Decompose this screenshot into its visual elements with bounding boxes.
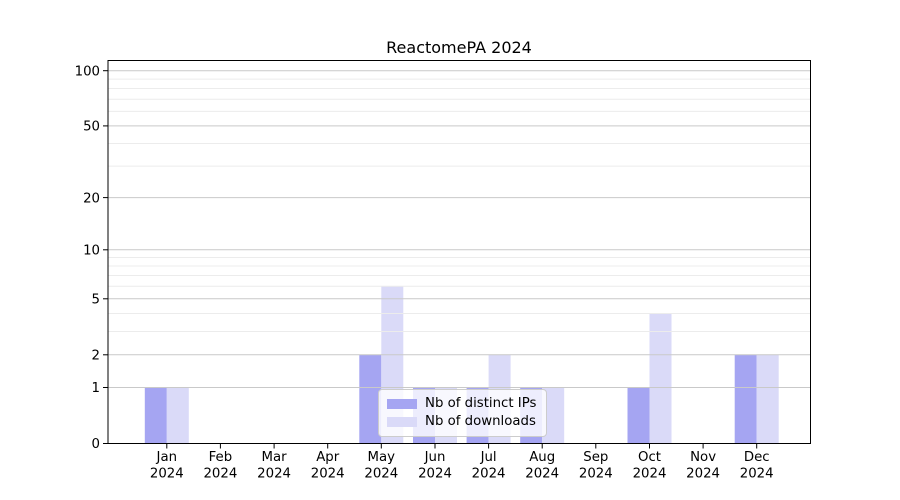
- x-tick-label-month: Dec: [744, 450, 770, 465]
- x-tick-label: Feb 2024: [203, 450, 237, 482]
- x-tick-label: Dec 2024: [740, 450, 774, 482]
- y-axis-group: 0 1 2 5 10 20 50 100: [75, 64, 108, 452]
- x-tick-label-month: May: [368, 450, 396, 465]
- x-tick-label-year: 2024: [257, 467, 291, 482]
- x-tick-label-month: Jul: [480, 450, 497, 465]
- x-tick-label: Jun 2024: [418, 450, 452, 482]
- x-tick-label-year: 2024: [150, 467, 184, 482]
- download-stats-chart: 0 1 2 5 10 20 50 100 Jan 2024 Feb 2024 Mar 2024 Apr 20…: [0, 0, 900, 500]
- legend-swatch-distinct-ips: [387, 399, 417, 409]
- x-tick-label-month: Feb: [209, 450, 233, 465]
- x-tick-label: Sep 2024: [579, 450, 613, 482]
- x-tick-label-month: Sep: [583, 450, 608, 465]
- legend-item-distinct-ips: Nb of distinct IPs: [387, 397, 538, 410]
- x-tick-label-month: Oct: [638, 450, 661, 465]
- x-tick-label-year: 2024: [579, 467, 613, 482]
- bar: [145, 388, 167, 444]
- x-axis-group: Jan 2024 Feb 2024 Mar 2024 Apr 2024 May 2024 Jun 20…: [150, 444, 774, 482]
- x-tick-label-year: 2024: [364, 467, 398, 482]
- y-tick-label: 10: [83, 244, 100, 259]
- minor-gridlines-group: [108, 79, 811, 331]
- x-tick-label: May 2024: [364, 450, 398, 482]
- x-tick-label: Jan 2024: [150, 450, 184, 482]
- bar: [757, 355, 779, 444]
- bar: [628, 388, 650, 444]
- x-tick-label-month: Nov: [690, 450, 716, 465]
- plot-frame: [108, 61, 811, 444]
- y-tick-label: 1: [92, 381, 100, 396]
- bar: [650, 314, 672, 444]
- y-tick-label: 2: [92, 349, 100, 364]
- legend-item-downloads: Nb of downloads: [387, 415, 538, 428]
- x-tick-label-year: 2024: [686, 467, 720, 482]
- y-tick-label: 5: [92, 293, 100, 308]
- x-tick-label-year: 2024: [311, 467, 345, 482]
- x-tick-label-year: 2024: [472, 467, 506, 482]
- x-tick-label-year: 2024: [633, 467, 667, 482]
- legend-swatch-downloads: [387, 417, 417, 427]
- x-tick-label: Mar 2024: [257, 450, 291, 482]
- y-tick-label: 50: [83, 120, 100, 135]
- y-tick-label: 0: [92, 437, 100, 452]
- chart-legend: Nb of distinct IPs Nb of downloads: [378, 389, 547, 437]
- x-tick-label: Jul 2024: [472, 450, 506, 482]
- x-tick-label-year: 2024: [203, 467, 237, 482]
- x-tick-label: Nov 2024: [686, 450, 720, 482]
- bar: [735, 355, 757, 444]
- x-tick-label-month: Jan: [156, 450, 178, 465]
- major-gridlines-group: [108, 71, 811, 388]
- x-tick-label-month: Apr: [316, 450, 340, 465]
- x-tick-label-month: Jun: [424, 450, 446, 465]
- legend-label-distinct-ips: Nb of distinct IPs: [425, 397, 536, 410]
- y-tick-label: 20: [83, 191, 100, 206]
- x-tick-label-year: 2024: [418, 467, 452, 482]
- x-tick-label-year: 2024: [740, 467, 774, 482]
- bar: [167, 388, 189, 444]
- x-tick-label: Oct 2024: [633, 450, 667, 482]
- legend-label-downloads: Nb of downloads: [425, 415, 536, 428]
- chart-title: ReactomePA 2024: [386, 38, 532, 57]
- x-tick-label: Apr 2024: [311, 450, 345, 482]
- x-tick-label-year: 2024: [525, 467, 559, 482]
- plot-frame-group: [108, 61, 811, 444]
- x-tick-label-month: Mar: [262, 450, 288, 465]
- y-tick-label: 100: [75, 64, 100, 79]
- x-tick-label: Aug 2024: [525, 450, 559, 482]
- x-tick-label-month: Aug: [529, 450, 555, 465]
